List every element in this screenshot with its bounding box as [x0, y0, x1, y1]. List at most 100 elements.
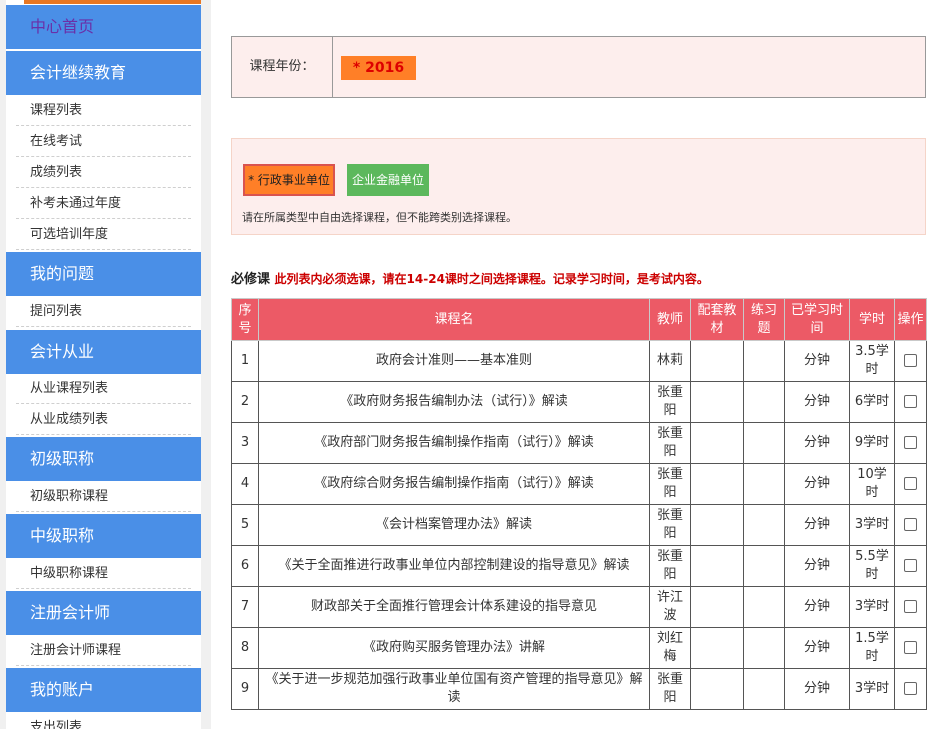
cell-hours: 3学时 [849, 504, 895, 546]
cell-teacher: 张重阳 [649, 668, 691, 710]
cell-hours: 1.5学时 [849, 627, 895, 669]
top-accent-bar [24, 0, 201, 4]
sidebar-item-practice-scores[interactable]: 从业成绩列表 [16, 404, 191, 435]
cell-action [894, 463, 927, 505]
cell-material [690, 668, 744, 710]
cell-action [894, 381, 927, 423]
cell-action [894, 627, 927, 669]
cell-teacher: 张重阳 [649, 463, 691, 505]
cell-hours: 5.5学时 [849, 545, 895, 587]
sidebar-item-expense-list[interactable]: 支出列表 [16, 712, 191, 729]
sidebar-head-home[interactable]: 中心首页 [6, 5, 201, 49]
table-row: 4 《政府综合财务报告编制操作指南（试行）》解读 张重阳 分钟 10学时 [231, 463, 927, 505]
sidebar-item-online-exam[interactable]: 在线考试 [16, 126, 191, 157]
cell-no: 4 [231, 463, 259, 505]
sidebar-head-accounting-practice[interactable]: 会计从业 [6, 330, 201, 374]
cell-action [894, 668, 927, 710]
select-course-checkbox[interactable] [904, 641, 917, 654]
select-course-checkbox[interactable] [904, 395, 917, 408]
cell-teacher: 张重阳 [649, 381, 691, 423]
cell-material [690, 422, 744, 464]
required-instruction: 此列表内必须选课，请在14-24课时之间选择课程。记录学习时间，是考试内容。 [274, 272, 709, 286]
cell-course-name: 财政部关于全面推行管理会计体系建设的指导意见 [258, 586, 650, 628]
required-label: 必修课 [231, 272, 271, 287]
cell-exercise [743, 504, 785, 546]
cell-no: 3 [231, 422, 259, 464]
required-section-title: 必修课 此列表内必须选课，请在14-24课时之间选择课程。记录学习时间，是考试内… [231, 268, 709, 287]
header-action: 操作 [894, 298, 927, 341]
cell-action [894, 586, 927, 628]
admin-unit-button[interactable]: * 行政事业单位 [243, 164, 335, 196]
page: 中心首页 会计继续教育 课程列表 在线考试 成绩列表 补考未通过年度 可选培训年… [0, 0, 933, 729]
cell-material [690, 340, 744, 382]
cell-exercise [743, 340, 785, 382]
year-2016-button[interactable]: * 2016 [341, 56, 416, 80]
cell-studied-time: 分钟 [784, 627, 850, 669]
select-course-checkbox[interactable] [904, 354, 917, 367]
course-year-label: 课程年份： [232, 37, 333, 97]
cell-studied-time: 分钟 [784, 668, 850, 710]
table-row: 3 《政府部门财务报告编制操作指南（试行）》解读 张重阳 分钟 9学时 [231, 422, 927, 464]
cell-course-name: 《政府购买服务管理办法》讲解 [258, 627, 650, 669]
cell-no: 1 [231, 340, 259, 382]
sidebar-head-my-questions[interactable]: 我的问题 [6, 252, 201, 296]
cell-action [894, 504, 927, 546]
header-hours: 学时 [849, 298, 895, 341]
unit-type-panel: * 行政事业单位 企业金融单位 请在所属类型中自由选择课程，但不能跨类别选择课程… [231, 138, 926, 235]
cell-exercise [743, 627, 785, 669]
select-course-checkbox[interactable] [904, 682, 917, 695]
cell-course-name: 《关于进一步规范加强行政事业单位国有资产管理的指导意见》解读 [258, 668, 650, 710]
sidebar-item-intermediate-courses[interactable]: 中级职称课程 [16, 558, 191, 589]
cell-studied-time: 分钟 [784, 586, 850, 628]
sidebar-item-question-list[interactable]: 提问列表 [16, 296, 191, 327]
select-course-checkbox[interactable] [904, 559, 917, 572]
cell-hours: 9学时 [849, 422, 895, 464]
header-no: 序号 [231, 298, 259, 341]
select-course-checkbox[interactable] [904, 518, 917, 531]
course-table: 序号 课程名 教师 配套教材 练习题 已学习时间 学时 操作 1 政府会计准则——… [231, 298, 927, 710]
table-row: 8 《政府购买服务管理办法》讲解 刘红梅 分钟 1.5学时 [231, 627, 927, 669]
enterprise-finance-button[interactable]: 企业金融单位 [347, 164, 429, 196]
sidebar-head-cpa[interactable]: 注册会计师 [6, 591, 201, 635]
cell-exercise [743, 422, 785, 464]
main-content: 课程年份： * 2016 * 行政事业单位 企业金融单位 请在所属类型中自由选择… [211, 0, 933, 729]
cell-material [690, 381, 744, 423]
cell-material [690, 586, 744, 628]
sidebar-head-junior-title[interactable]: 初级职称 [6, 437, 201, 481]
cell-exercise [743, 545, 785, 587]
sidebar-item-practice-courses[interactable]: 从业课程列表 [16, 373, 191, 404]
sidebar-item-score-list[interactable]: 成绩列表 [16, 157, 191, 188]
cell-action [894, 422, 927, 464]
sidebar-head-intermediate-title[interactable]: 中级职称 [6, 514, 201, 558]
sidebar-item-retake-years[interactable]: 补考未通过年度 [16, 188, 191, 219]
cell-exercise [743, 586, 785, 628]
header-course-name: 课程名 [258, 298, 650, 341]
cell-hours: 3学时 [849, 586, 895, 628]
cell-material [690, 463, 744, 505]
cell-teacher: 张重阳 [649, 504, 691, 546]
select-course-checkbox[interactable] [904, 436, 917, 449]
select-course-checkbox[interactable] [904, 600, 917, 613]
cell-course-name: 《会计档案管理办法》解读 [258, 504, 650, 546]
cell-material [690, 627, 744, 669]
table-row: 6 《关于全面推进行政事业单位内部控制建设的指导意见》解读 张重阳 分钟 5.5学时 [231, 545, 927, 587]
sidebar-head-my-account[interactable]: 我的账户 [6, 668, 201, 712]
select-course-checkbox[interactable] [904, 477, 917, 490]
sidebar-item-course-list[interactable]: 课程列表 [16, 95, 191, 126]
sidebar-item-junior-courses[interactable]: 初级职称课程 [16, 481, 191, 512]
sidebar-head-continuing-education[interactable]: 会计继续教育 [6, 51, 201, 95]
cell-no: 2 [231, 381, 259, 423]
cell-material [690, 504, 744, 546]
table-row: 1 政府会计准则——基本准则 林莉 分钟 3.5学时 [231, 340, 927, 382]
cell-studied-time: 分钟 [784, 463, 850, 505]
table-row: 5 《会计档案管理办法》解读 张重阳 分钟 3学时 [231, 504, 927, 546]
cell-course-name: 政府会计准则——基本准则 [258, 340, 650, 382]
cell-action [894, 545, 927, 587]
cell-teacher: 刘红梅 [649, 627, 691, 669]
sidebar-menu: 中心首页 会计继续教育 课程列表 在线考试 成绩列表 补考未通过年度 可选培训年… [6, 0, 201, 729]
cell-action [894, 340, 927, 382]
sidebar-item-cpa-courses[interactable]: 注册会计师课程 [16, 635, 191, 666]
header-studied-time: 已学习时间 [784, 298, 850, 341]
sidebar-item-training-years[interactable]: 可选培训年度 [16, 219, 191, 250]
cell-no: 8 [231, 627, 259, 669]
